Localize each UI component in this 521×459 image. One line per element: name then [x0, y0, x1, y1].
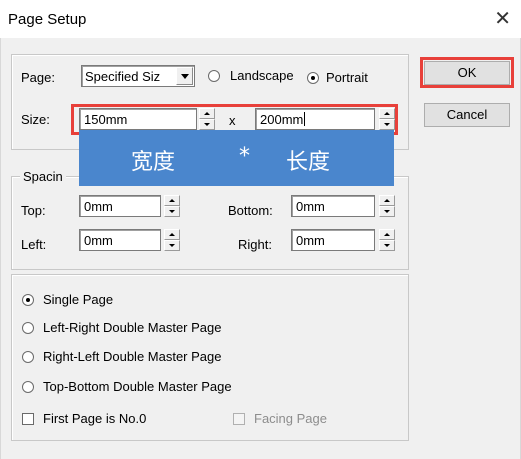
facing-page-checkbox: [233, 413, 245, 425]
left-spin-down[interactable]: [164, 240, 180, 251]
chevron-down-icon: [181, 74, 189, 79]
size-label: Size:: [21, 112, 50, 127]
single-page-radio[interactable]: [22, 294, 34, 306]
spin-up-icon: [384, 233, 390, 236]
rl-double-radio[interactable]: [22, 351, 34, 363]
window-title: Page Setup: [8, 11, 87, 28]
page-size-dropdown-button[interactable]: [176, 67, 193, 85]
lr-double-label[interactable]: Left-Right Double Master Page: [43, 320, 221, 335]
right-margin-value: 0mm: [296, 233, 325, 248]
spin-up-icon: [384, 199, 390, 202]
bottom-label: Bottom:: [228, 203, 273, 218]
bottom-spin-up[interactable]: [379, 195, 395, 206]
bottom-spin-down[interactable]: [379, 206, 395, 217]
annotation-star: *: [239, 144, 250, 169]
annotation-height-text: 长度: [286, 150, 331, 175]
landscape-radio[interactable]: [208, 70, 220, 82]
portrait-radio[interactable]: [307, 72, 319, 84]
rl-double-label[interactable]: Right-Left Double Master Page: [43, 349, 221, 364]
first-page-label[interactable]: First Page is No.0: [43, 411, 146, 426]
spin-up-icon: [169, 233, 175, 236]
bottom-margin-input[interactable]: 0mm: [291, 195, 375, 217]
spacing-legend: Spacin: [20, 169, 66, 184]
left-spin-up[interactable]: [164, 229, 180, 240]
landscape-label[interactable]: Landscape: [230, 68, 294, 83]
annotation-width-text: 宽度: [131, 150, 176, 175]
right-margin-spinner[interactable]: [379, 229, 395, 251]
single-page-label[interactable]: Single Page: [43, 292, 113, 307]
spacing-group: Spacin: [11, 169, 409, 270]
tb-double-label[interactable]: Top-Bottom Double Master Page: [43, 379, 232, 394]
cancel-button[interactable]: Cancel: [424, 103, 510, 127]
left-label: Left:: [21, 237, 47, 252]
bottom-margin-value: 0mm: [296, 199, 325, 214]
page-setup-dialog: Page Setup ✕ Page: Specified Siz Landsca…: [0, 0, 521, 459]
page-size-select-value: Specified Siz: [85, 69, 161, 84]
spin-down-icon: [384, 244, 390, 247]
left-margin-input[interactable]: 0mm: [79, 229, 161, 251]
right-margin-input[interactable]: 0mm: [291, 229, 375, 251]
spin-down-icon: [169, 244, 175, 247]
left-margin-value: 0mm: [84, 233, 113, 248]
lr-double-radio[interactable]: [22, 322, 34, 334]
tb-double-radio[interactable]: [22, 381, 34, 393]
right-spin-up[interactable]: [379, 229, 395, 240]
top-spin-up[interactable]: [164, 195, 180, 206]
top-spin-down[interactable]: [164, 206, 180, 217]
spin-up-icon: [169, 199, 175, 202]
right-spin-down[interactable]: [379, 240, 395, 251]
top-margin-value: 0mm: [84, 199, 113, 214]
portrait-label[interactable]: Portrait: [326, 70, 368, 85]
close-icon[interactable]: ✕: [494, 6, 511, 31]
page-size-select[interactable]: Specified Siz: [81, 65, 195, 87]
left-margin-spinner[interactable]: [164, 229, 180, 251]
first-page-checkbox[interactable]: [22, 413, 34, 425]
top-label: Top:: [21, 203, 46, 218]
top-margin-spinner[interactable]: [164, 195, 180, 217]
right-label: Right:: [238, 237, 272, 252]
bottom-margin-spinner[interactable]: [379, 195, 395, 217]
title-bar: Page Setup ✕: [0, 0, 521, 38]
ok-button[interactable]: OK: [424, 61, 510, 85]
spin-down-icon: [384, 210, 390, 213]
size-annotation-overlay: 宽度 * 长度: [79, 130, 394, 186]
facing-page-label: Facing Page: [254, 411, 327, 426]
top-margin-input[interactable]: 0mm: [79, 195, 161, 217]
spin-down-icon: [169, 210, 175, 213]
dialog-client: Page: Specified Siz Landscape Portrait S…: [0, 38, 521, 459]
page-label: Page:: [21, 70, 55, 85]
